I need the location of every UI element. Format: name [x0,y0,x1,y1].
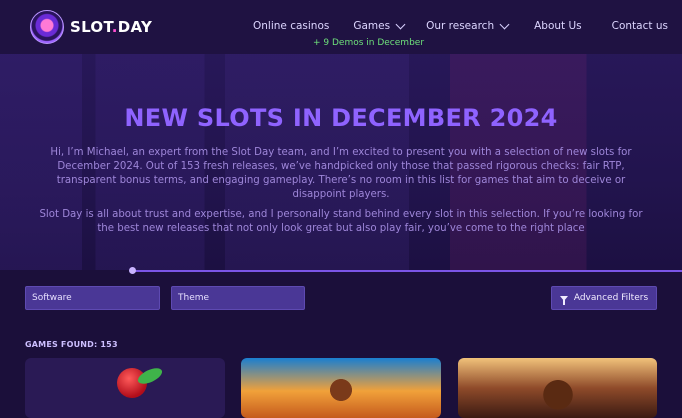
progress-knob[interactable] [129,267,136,274]
game-card[interactable] [241,358,441,418]
theme-filter[interactable]: Theme [171,286,305,310]
nav-our-research[interactable]: Our research [426,20,508,32]
nav-online-casinos[interactable]: Online casinos [253,20,329,32]
chevron-down-icon [500,20,510,30]
filter-funnel-icon [560,296,568,301]
intro-paragraph-1: Hi, I’m Michael, an expert from the Slot… [30,146,652,202]
advanced-filters-button[interactable]: Advanced Filters [551,286,657,310]
nav-contact-us[interactable]: Contact us [612,20,668,32]
logo-emblem-icon [30,10,64,44]
software-filter[interactable]: Software [25,286,160,310]
leaf-icon [136,365,165,387]
progress-track [132,270,682,272]
logo-wordmark: SLOT.DAY [70,18,152,36]
game-card[interactable] [25,358,225,418]
demos-note: + 9 Demos in December [313,38,424,48]
page-title: NEW SLOTS IN DECEMBER 2024 [0,104,682,132]
nav-about-us[interactable]: About Us [534,20,582,32]
hero-section: NEW SLOTS IN DECEMBER 2024 Hi, I’m Micha… [0,54,682,270]
chevron-down-icon [396,20,406,30]
advanced-filters-label: Advanced Filters [574,293,648,303]
nav-games[interactable]: Games [353,20,404,32]
game-thumbnail-art [528,366,588,414]
intro-paragraph-2: Slot Day is all about trust and expertis… [30,208,652,236]
main-nav: Online casinos Games Our research About … [253,20,682,32]
game-thumbnail-art [311,370,371,410]
game-card[interactable] [458,358,657,418]
site-header: SLOT.DAY Online casinos Games Our resear… [0,0,682,54]
site-logo[interactable]: SLOT.DAY [30,10,152,44]
games-found-count: GAMES FOUND: 153 [25,340,118,349]
